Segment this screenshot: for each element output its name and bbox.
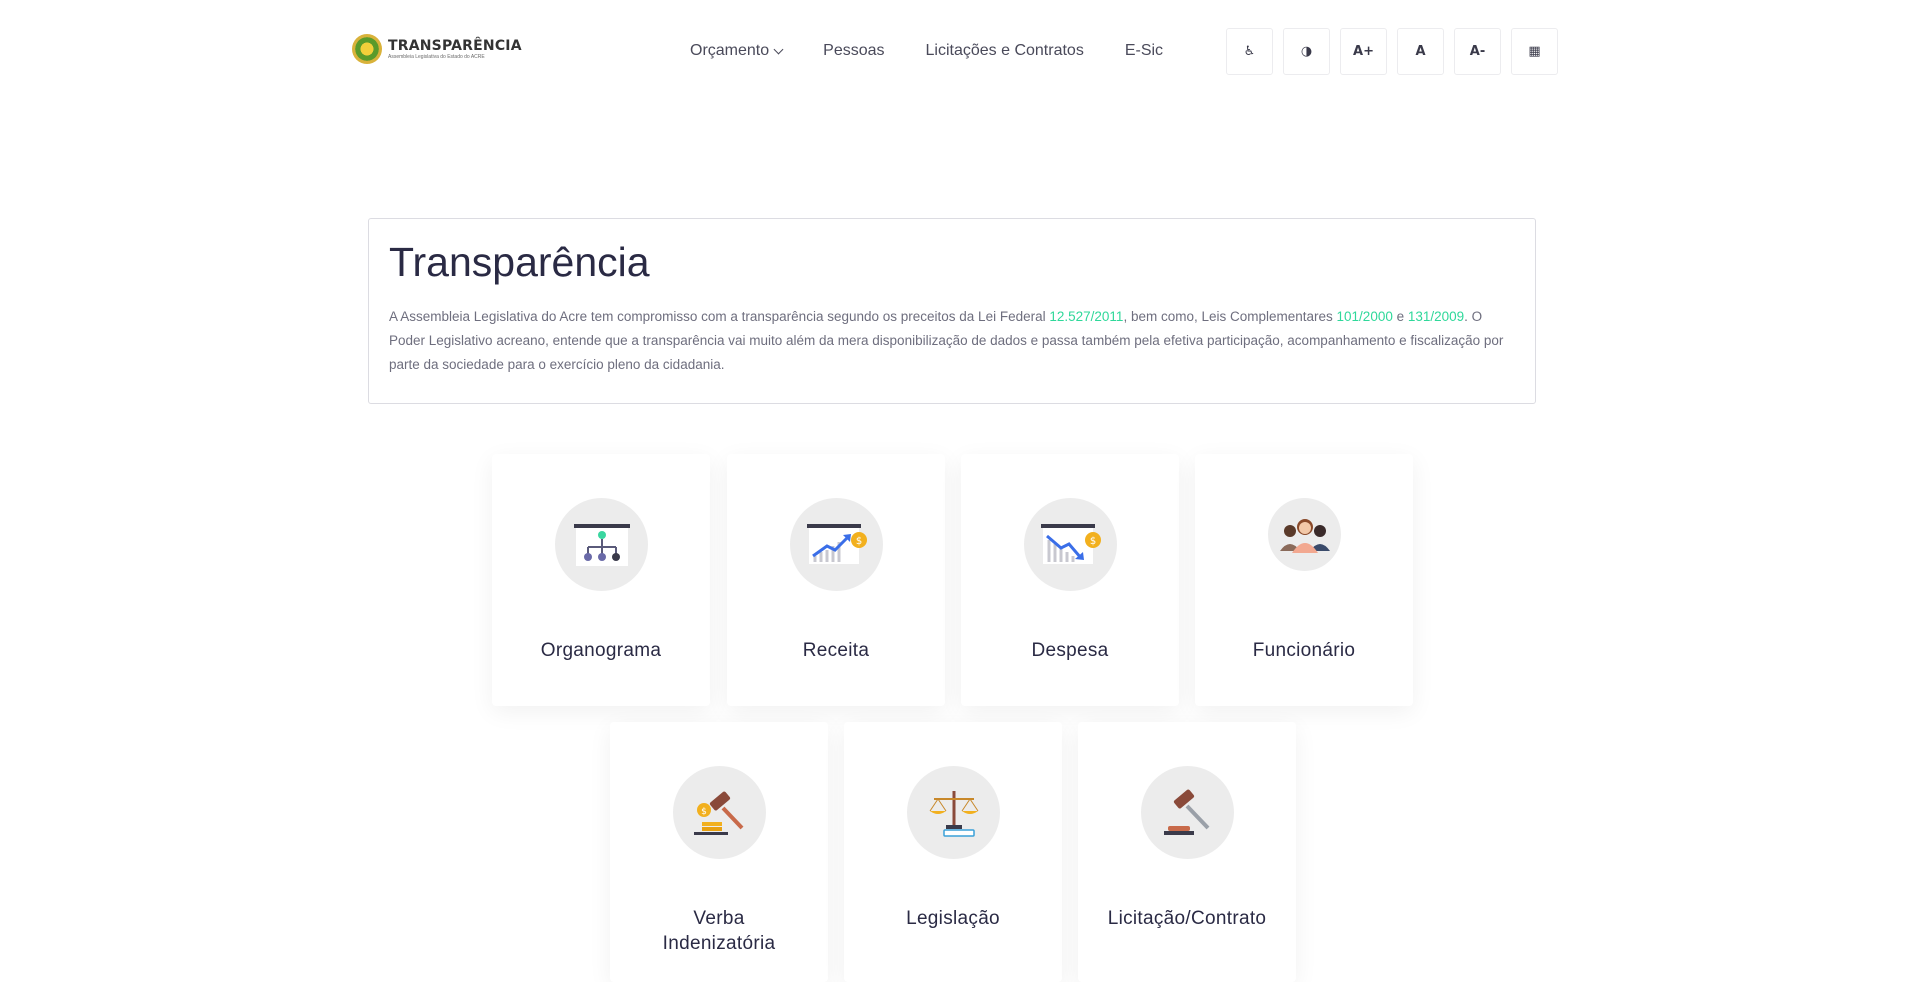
nav-pessoas[interactable]: Pessoas <box>823 42 884 60</box>
intro-text-part: A Assembleia Legislativa do Acre tem com… <box>389 309 1050 324</box>
card-legislacao[interactable]: Legislação <box>844 722 1062 982</box>
expense-chart-icon: $ <box>1024 498 1117 591</box>
card-verba-indenizatoria[interactable]: $ Verba Indenizatória <box>610 722 828 982</box>
intro-text-part: e <box>1392 309 1408 324</box>
nav-licitacoes[interactable]: Licitações e Contratos <box>926 42 1084 60</box>
sitemap-button[interactable]: ▦ <box>1511 28 1558 75</box>
card-receita[interactable]: $ Receita <box>727 454 945 706</box>
revenue-chart-icon: $ <box>790 498 883 591</box>
sitemap-icon: ▦ <box>1528 44 1541 59</box>
card-label: Licitação/Contrato <box>1107 908 1267 929</box>
state-seal-icon <box>352 34 382 64</box>
accessibility-toolbar: ♿ ◑ A+ A A- ▦ <box>1226 28 1558 75</box>
law-link-12527[interactable]: 12.527/2011 <box>1049 309 1123 324</box>
card-licitacao-contrato[interactable]: Licitação/Contrato <box>1078 722 1296 982</box>
logo-title: TRANSPARÊNCIA <box>388 37 522 54</box>
card-label-line: Indenizatória <box>662 933 776 954</box>
law-link-101[interactable]: 101/2000 <box>1337 309 1393 324</box>
site-logo[interactable]: TRANSPARÊNCIA Assembleia Legislativa do … <box>352 34 522 64</box>
svg-text:$: $ <box>701 807 707 817</box>
scales-icon <box>907 766 1000 859</box>
card-label: Receita <box>802 640 870 661</box>
card-label: Funcionário <box>1252 640 1356 661</box>
font-increase-button[interactable]: A+ <box>1340 28 1387 75</box>
logo-subtitle: Assembleia Legislativa do Estado do ACRE <box>388 53 485 60</box>
chevron-down-icon <box>773 44 784 54</box>
card-label: Despesa <box>1031 640 1109 661</box>
font-reset-button[interactable]: A <box>1397 28 1444 75</box>
main-nav: Orçamento Pessoas Licitações e Contratos… <box>690 42 1204 60</box>
page-title: Transparência <box>389 239 650 285</box>
org-chart-icon <box>555 498 648 591</box>
card-funcionario[interactable]: Funcionário <box>1195 454 1413 706</box>
gavel-icon <box>1141 766 1234 859</box>
intro-text-part: , bem como, Leis Complementares <box>1123 309 1337 324</box>
people-icon <box>1268 498 1341 571</box>
intro-panel: Transparência A Assembleia Legislativa d… <box>368 218 1536 404</box>
card-label: Verba Indenizatória <box>610 906 828 956</box>
card-label: Organograma <box>540 640 662 661</box>
card-label-line: Verba <box>693 908 745 929</box>
nav-orcamento[interactable]: Orçamento <box>690 42 784 60</box>
font-increase-icon: A+ <box>1353 44 1374 59</box>
wheelchair-icon: ♿ <box>1243 44 1256 59</box>
nav-orcamento-label: Orçamento <box>690 42 770 59</box>
svg-text:$: $ <box>1089 536 1095 547</box>
wheelchair-button[interactable]: ♿ <box>1226 28 1273 75</box>
contrast-icon: ◑ <box>1300 44 1313 59</box>
intro-text: A Assembleia Legislativa do Acre tem com… <box>389 305 1515 377</box>
gavel-coins-icon: $ <box>673 766 766 859</box>
card-label: Legislação <box>906 908 1000 929</box>
contrast-button[interactable]: ◑ <box>1283 28 1330 75</box>
card-despesa[interactable]: $ Despesa <box>961 454 1179 706</box>
font-decrease-button[interactable]: A- <box>1454 28 1501 75</box>
law-link-131[interactable]: 131/2009 <box>1408 309 1464 324</box>
card-organograma[interactable]: Organograma <box>492 454 710 706</box>
font-decrease-icon: A- <box>1469 44 1486 59</box>
nav-esic[interactable]: E-Sic <box>1125 42 1163 60</box>
svg-text:$: $ <box>855 536 861 547</box>
font-reset-icon: A <box>1415 44 1426 59</box>
